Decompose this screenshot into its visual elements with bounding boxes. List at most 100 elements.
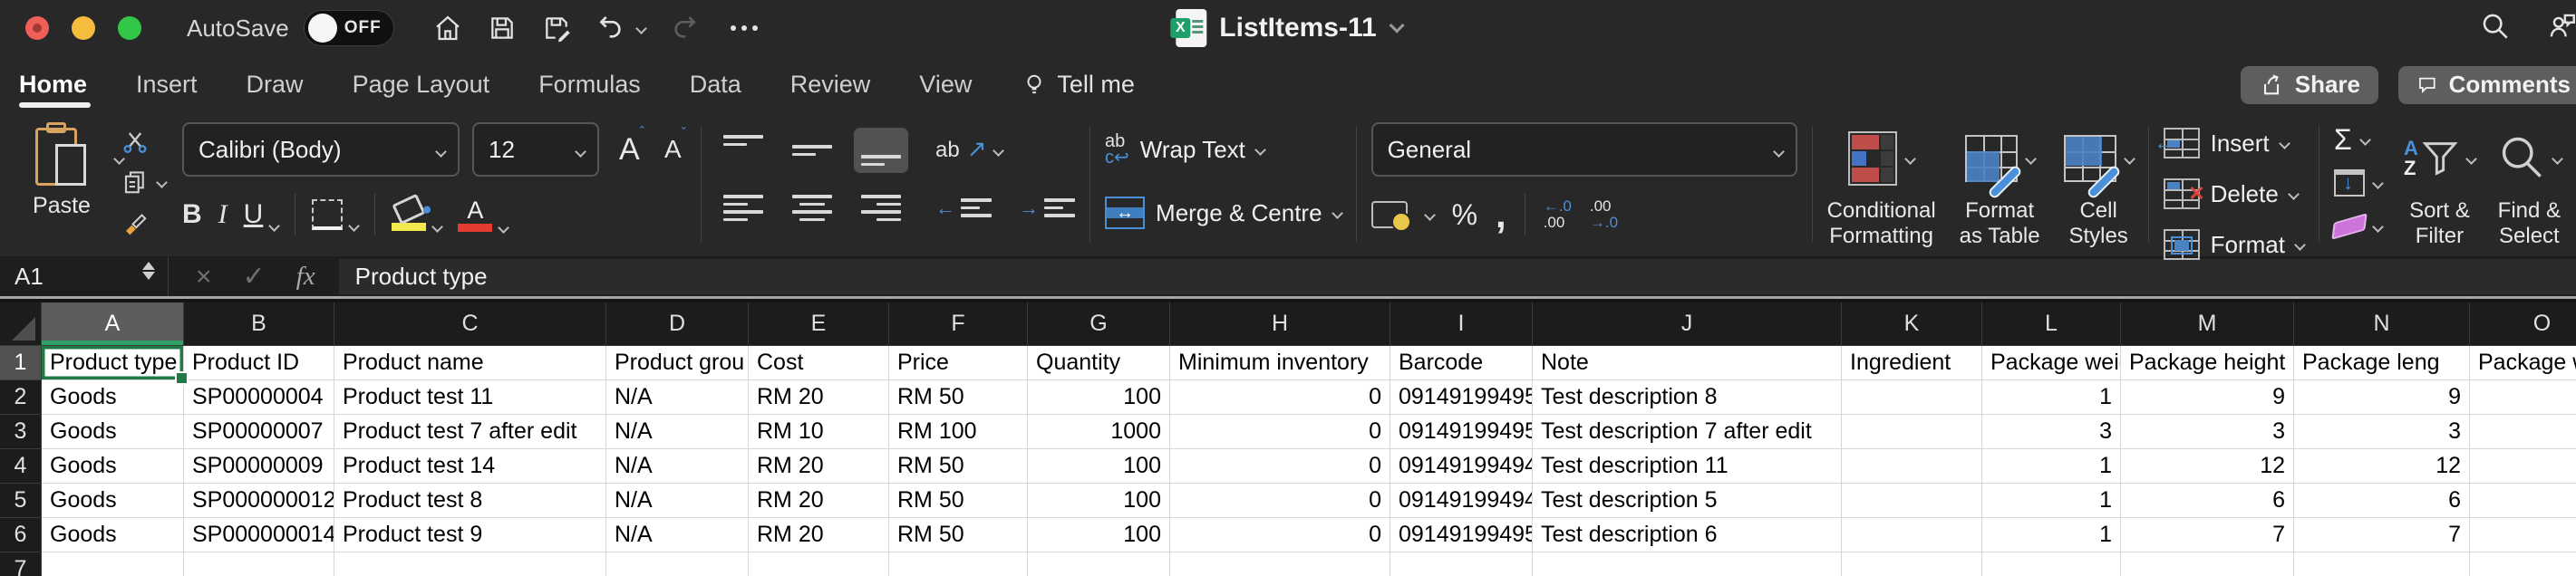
align-center-button[interactable] bbox=[785, 187, 839, 228]
cell-D4[interactable]: N/A bbox=[606, 449, 749, 484]
cell-M7[interactable] bbox=[2121, 552, 2294, 576]
cell-N5[interactable]: 6 bbox=[2294, 484, 2470, 518]
tell-me[interactable]: Tell me bbox=[1021, 71, 1135, 99]
cell-O1[interactable]: Package widt bbox=[2470, 346, 2576, 380]
cell-K1[interactable]: Ingredient bbox=[1842, 346, 1982, 380]
cell-M2[interactable]: 9 bbox=[2121, 380, 2294, 415]
cell-E6[interactable]: RM 20 bbox=[749, 518, 889, 552]
row-header-5[interactable]: 5 bbox=[0, 484, 42, 518]
cell-B2[interactable]: SP00000004 bbox=[184, 380, 334, 415]
align-bottom-button[interactable] bbox=[854, 128, 908, 173]
cell-L4[interactable]: 1 bbox=[1982, 449, 2121, 484]
delete-cells-button[interactable]: ✕ Delete bbox=[2164, 175, 2304, 213]
decrease-decimal-button[interactable]: ←.0.00 bbox=[1544, 198, 1572, 231]
cell-O3[interactable]: 3 bbox=[2470, 415, 2576, 449]
fill-color-button[interactable] bbox=[392, 198, 441, 231]
document-title[interactable]: ListItems-11 bbox=[1219, 13, 1376, 43]
fill-chevron-icon[interactable] bbox=[2372, 178, 2384, 189]
cell-J3[interactable]: Test description 7 after edit bbox=[1533, 415, 1842, 449]
decrease-indent-button[interactable]: ← bbox=[935, 197, 992, 220]
increase-decimal-button[interactable]: .00→.0 bbox=[1590, 198, 1618, 231]
cell-F1[interactable]: Price bbox=[889, 346, 1028, 380]
save-icon[interactable] bbox=[487, 13, 518, 43]
share-people-icon[interactable] bbox=[2547, 11, 2576, 46]
cell-M5[interactable]: 6 bbox=[2121, 484, 2294, 518]
autosave-toggle[interactable]: OFF bbox=[304, 10, 394, 46]
cell-N1[interactable]: Package leng bbox=[2294, 346, 2470, 380]
cell-M4[interactable]: 12 bbox=[2121, 449, 2294, 484]
cell-D5[interactable]: N/A bbox=[606, 484, 749, 518]
cell-D2[interactable]: N/A bbox=[606, 380, 749, 415]
undo-chevron-icon[interactable] bbox=[635, 23, 647, 34]
cell-G2[interactable]: 100 bbox=[1028, 380, 1170, 415]
cell-G7[interactable] bbox=[1028, 552, 1170, 576]
cell-I6[interactable]: 09149199495 bbox=[1390, 518, 1533, 552]
tab-formulas[interactable]: Formulas bbox=[538, 56, 641, 113]
cell-F6[interactable]: RM 50 bbox=[889, 518, 1028, 552]
home-icon[interactable] bbox=[432, 13, 463, 43]
cell-C5[interactable]: Product test 8 bbox=[334, 484, 606, 518]
cell-I1[interactable]: Barcode bbox=[1390, 346, 1533, 380]
cell-J7[interactable] bbox=[1533, 552, 1842, 576]
cell-F7[interactable] bbox=[889, 552, 1028, 576]
find-select-button[interactable]: Find &Select bbox=[2497, 124, 2561, 249]
cell-G6[interactable]: 100 bbox=[1028, 518, 1170, 552]
cell-M3[interactable]: 3 bbox=[2121, 415, 2294, 449]
cell-D7[interactable] bbox=[606, 552, 749, 576]
cell-J1[interactable]: Note bbox=[1533, 346, 1842, 380]
cell-E1[interactable]: Cost bbox=[749, 346, 889, 380]
cell-M6[interactable]: 7 bbox=[2121, 518, 2294, 552]
search-icon[interactable] bbox=[2480, 11, 2511, 46]
cell-O6[interactable]: 7 bbox=[2470, 518, 2576, 552]
cell-G5[interactable]: 100 bbox=[1028, 484, 1170, 518]
copy-button[interactable] bbox=[121, 166, 166, 198]
cell-B1[interactable]: Product ID bbox=[184, 346, 334, 380]
cell-C1[interactable]: Product name bbox=[334, 346, 606, 380]
zoom-window-button[interactable] bbox=[118, 16, 141, 40]
cell-B3[interactable]: SP00000007 bbox=[184, 415, 334, 449]
align-left-button[interactable] bbox=[716, 187, 770, 228]
cell-N3[interactable]: 3 bbox=[2294, 415, 2470, 449]
paste-button[interactable]: Paste bbox=[18, 122, 105, 238]
align-top-button[interactable] bbox=[716, 128, 770, 173]
cell-K7[interactable] bbox=[1842, 552, 1982, 576]
cell-I2[interactable]: 09149199495 bbox=[1390, 380, 1533, 415]
formula-input[interactable]: Product type bbox=[339, 259, 2576, 294]
cell-A6[interactable]: Goods bbox=[42, 518, 184, 552]
autosum-button[interactable]: Σ bbox=[2334, 122, 2382, 157]
cell-F5[interactable]: RM 50 bbox=[889, 484, 1028, 518]
cell-L5[interactable]: 1 bbox=[1982, 484, 2121, 518]
tab-review[interactable]: Review bbox=[790, 56, 871, 113]
percent-style-button[interactable]: % bbox=[1452, 198, 1477, 232]
increase-font-size-button[interactable]: Aˆ bbox=[619, 132, 644, 168]
column-header-M[interactable]: M bbox=[2121, 302, 2294, 346]
confirm-entry-icon[interactable]: ✓ bbox=[243, 261, 266, 293]
cell-B5[interactable]: SP000000012 bbox=[184, 484, 334, 518]
borders-chevron-icon[interactable] bbox=[348, 220, 360, 232]
increase-indent-button[interactable]: → bbox=[1019, 197, 1075, 220]
cell-D3[interactable]: N/A bbox=[606, 415, 749, 449]
row-header-6[interactable]: 6 bbox=[0, 518, 42, 552]
cell-G3[interactable]: 1000 bbox=[1028, 415, 1170, 449]
cell-K6[interactable] bbox=[1842, 518, 1982, 552]
column-header-F[interactable]: F bbox=[889, 302, 1028, 346]
tab-data[interactable]: Data bbox=[690, 56, 741, 113]
share-button[interactable]: Share bbox=[2241, 66, 2378, 104]
cell-B4[interactable]: SP00000009 bbox=[184, 449, 334, 484]
column-header-I[interactable]: I bbox=[1390, 302, 1533, 346]
tab-draw[interactable]: Draw bbox=[247, 56, 304, 113]
align-middle-button[interactable] bbox=[785, 128, 839, 173]
title-chevron-icon[interactable] bbox=[1390, 18, 1405, 34]
cell-E5[interactable]: RM 20 bbox=[749, 484, 889, 518]
cell-A1[interactable]: Product type bbox=[42, 346, 184, 380]
underline-button[interactable]: U bbox=[244, 199, 264, 230]
sort-filter-button[interactable]: AZ Sort &Filter bbox=[2404, 124, 2475, 249]
cell-O7[interactable] bbox=[2470, 552, 2576, 576]
cell-F2[interactable]: RM 50 bbox=[889, 380, 1028, 415]
row-header-2[interactable]: 2 bbox=[0, 380, 42, 415]
save-as-icon[interactable] bbox=[541, 13, 572, 43]
cell-G4[interactable]: 100 bbox=[1028, 449, 1170, 484]
column-header-E[interactable]: E bbox=[749, 302, 889, 346]
format-chevron-icon[interactable] bbox=[2294, 239, 2306, 251]
borders-button[interactable] bbox=[312, 199, 358, 230]
